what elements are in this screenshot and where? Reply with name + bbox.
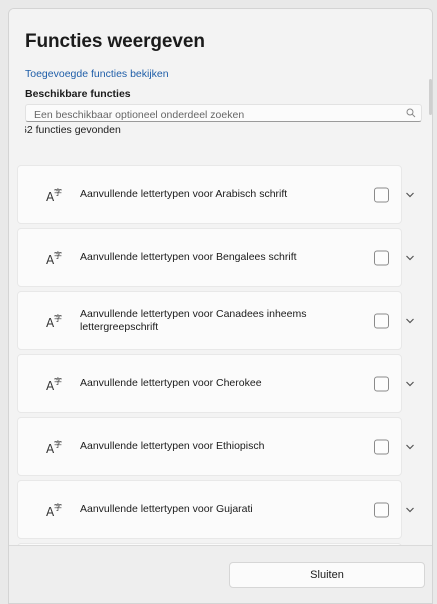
scrollbar-hint[interactable] bbox=[429, 79, 432, 115]
font-language-icon: A 字 bbox=[46, 376, 62, 392]
feature-list-item[interactable]: A 字 Aanvullende lettertypen voor Ethiopi… bbox=[17, 417, 414, 476]
chevron-down-icon[interactable] bbox=[405, 380, 415, 388]
dialog-footer: Sluiten bbox=[9, 545, 432, 603]
font-language-icon: A 字 bbox=[46, 439, 62, 455]
feature-label: Aanvullende lettertypen voor Cherokee bbox=[80, 377, 262, 389]
feature-label: Aanvullende lettertypen voor Arabisch sc… bbox=[80, 188, 288, 200]
results-count: 62 functies gevonden bbox=[25, 124, 121, 136]
feature-label: Aanvullende lettertypen voor Bengalees s… bbox=[80, 251, 297, 263]
chevron-down-icon[interactable] bbox=[405, 254, 415, 262]
font-language-icon: A 字 bbox=[46, 250, 62, 266]
chevron-down-icon[interactable] bbox=[405, 443, 415, 451]
feature-list-item[interactable]: A 字 Aanvullende lettertypen voor Cheroke… bbox=[17, 354, 414, 413]
window-top-strip bbox=[9, 9, 432, 15]
feature-list-item[interactable]: A 字 Aanvullende lettertypen voor Canadee… bbox=[17, 291, 414, 350]
svg-text:字: 字 bbox=[54, 250, 62, 260]
feature-list-item[interactable]: A 字 Aanvullende lettertypen voor Gujarat… bbox=[17, 480, 414, 539]
chevron-down-icon[interactable] bbox=[405, 317, 415, 325]
feature-checkbox[interactable] bbox=[374, 376, 389, 391]
feature-checkbox[interactable] bbox=[374, 187, 389, 202]
font-language-icon: A 字 bbox=[46, 502, 62, 518]
search-input[interactable] bbox=[26, 107, 421, 123]
feature-checkbox[interactable] bbox=[374, 439, 389, 454]
feature-checkbox[interactable] bbox=[374, 502, 389, 517]
svg-text:字: 字 bbox=[54, 439, 62, 449]
font-language-icon: A 字 bbox=[46, 187, 62, 203]
svg-text:字: 字 bbox=[54, 187, 62, 197]
feature-label: Aanvullende lettertypen voor Ethiopisch bbox=[80, 440, 265, 452]
close-button[interactable]: Sluiten bbox=[229, 562, 425, 588]
chevron-down-icon[interactable] bbox=[405, 506, 415, 514]
search-box[interactable] bbox=[25, 104, 422, 123]
optional-features-dialog: Functies weergeven Toegevoegde functies … bbox=[8, 8, 433, 604]
svg-text:字: 字 bbox=[54, 376, 62, 386]
chevron-down-icon[interactable] bbox=[405, 191, 415, 199]
dialog-title: Functies weergeven bbox=[25, 31, 205, 52]
feature-label: Aanvullende lettertypen voor Canadees in… bbox=[80, 307, 307, 333]
view-added-features-link[interactable]: Toegevoegde functies bekijken bbox=[25, 68, 422, 80]
search-icon[interactable] bbox=[406, 108, 416, 118]
feature-list: A 字 Aanvullende lettertypen voor Arabisc… bbox=[17, 165, 414, 603]
svg-text:字: 字 bbox=[54, 313, 62, 323]
feature-checkbox[interactable] bbox=[374, 313, 389, 328]
feature-label: Aanvullende lettertypen voor Gujarati bbox=[80, 503, 253, 515]
font-language-icon: A 字 bbox=[46, 313, 62, 329]
feature-list-item[interactable]: A 字 Aanvullende lettertypen voor Arabisc… bbox=[17, 165, 414, 224]
available-features-label: Beschikbare functies bbox=[25, 88, 131, 100]
feature-list-item[interactable]: A 字 Aanvullende lettertypen voor Bengale… bbox=[17, 228, 414, 287]
feature-checkbox[interactable] bbox=[374, 250, 389, 265]
svg-text:字: 字 bbox=[54, 502, 62, 512]
